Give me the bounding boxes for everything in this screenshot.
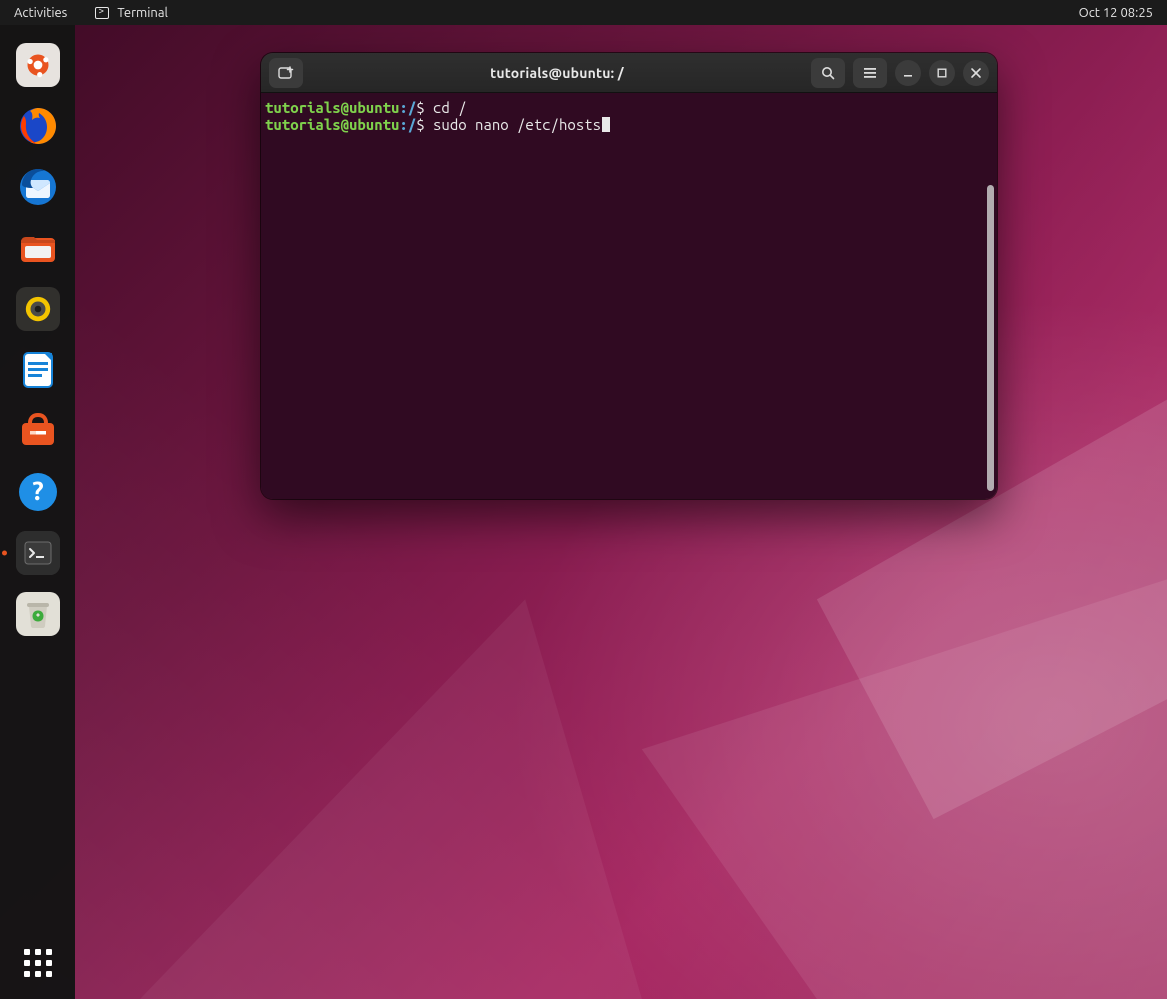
clock[interactable]: Oct 12 08:25 <box>1079 6 1153 20</box>
terminal-icon <box>24 541 52 565</box>
minimize-icon <box>902 67 914 79</box>
minimize-button[interactable] <box>895 60 921 86</box>
dock-item-files[interactable] <box>16 226 60 270</box>
dock-item-writer[interactable] <box>16 348 60 392</box>
software-store-icon <box>16 409 60 453</box>
terminal-line: tutorials@ubuntu:/$ cd / <box>265 99 993 116</box>
help-icon: ? <box>16 470 60 514</box>
dock: ? <box>0 25 75 999</box>
window-title: tutorials@ubuntu: / <box>311 65 803 81</box>
apps-grid-icon <box>24 949 52 977</box>
close-icon <box>970 67 982 79</box>
close-button[interactable] <box>963 60 989 86</box>
dock-item-firefox[interactable] <box>16 104 60 148</box>
dock-item-rhythmbox[interactable] <box>16 287 60 331</box>
firefox-icon <box>16 104 60 148</box>
terminal-viewport[interactable]: tutorials@ubuntu:/$ cd / tutorials@ubunt… <box>261 93 997 499</box>
dock-item-thunderbird[interactable] <box>16 165 60 209</box>
dock-item-trash[interactable] <box>16 592 60 636</box>
files-icon <box>16 226 60 270</box>
app-menu-label: Terminal <box>117 6 168 20</box>
ubiquity-icon <box>24 51 52 79</box>
maximize-button[interactable] <box>929 60 955 86</box>
hamburger-icon <box>862 65 878 81</box>
text-cursor <box>602 117 610 132</box>
thunderbird-icon <box>16 165 60 209</box>
dock-item-installer[interactable] <box>16 43 60 87</box>
app-menu[interactable]: Terminal <box>95 6 168 20</box>
terminal-icon <box>95 7 109 19</box>
search-icon <box>820 65 836 81</box>
menu-button[interactable] <box>853 58 887 88</box>
terminal-line: tutorials@ubuntu:/$ sudo nano /etc/hosts <box>265 116 993 133</box>
terminal-window: tutorials@ubuntu: / <box>261 53 997 499</box>
window-titlebar[interactable]: tutorials@ubuntu: / <box>261 53 997 93</box>
activities-button[interactable]: Activities <box>14 6 67 20</box>
search-button[interactable] <box>811 58 845 88</box>
new-tab-button[interactable] <box>269 58 303 88</box>
dock-item-help[interactable]: ? <box>16 470 60 514</box>
writer-icon <box>16 348 60 392</box>
dock-item-terminal[interactable] <box>16 531 60 575</box>
new-tab-icon <box>278 65 294 81</box>
maximize-icon <box>936 67 948 79</box>
speaker-icon <box>23 294 53 324</box>
terminal-output: tutorials@ubuntu:/$ cd / tutorials@ubunt… <box>261 93 997 137</box>
svg-text:?: ? <box>32 476 43 505</box>
top-bar: Activities Terminal Oct 12 08:25 <box>0 0 1167 25</box>
trash-icon <box>25 600 51 628</box>
scrollbar[interactable] <box>987 185 994 491</box>
dock-item-software[interactable] <box>16 409 60 453</box>
show-applications-button[interactable] <box>16 941 60 985</box>
